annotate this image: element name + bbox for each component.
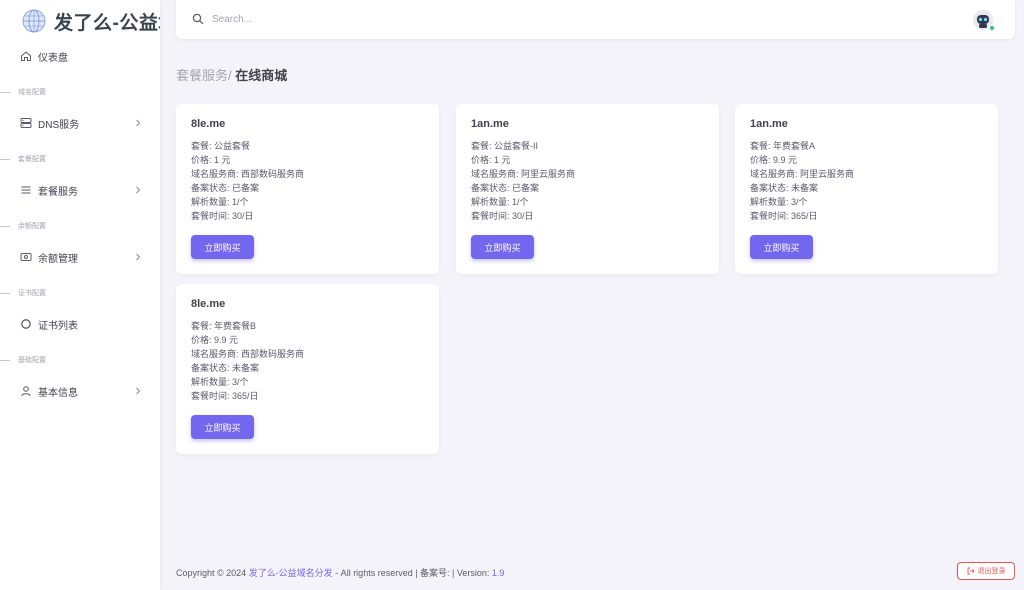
card-icp-status: 备案状态: 已备案 <box>471 183 540 193</box>
search-icon <box>192 13 204 25</box>
section-header: 套餐配置 <box>0 153 160 165</box>
card-provider: 域名服务商: 阿里云服务商 <box>750 169 855 179</box>
sidebar-item-label: 余额管理 <box>38 253 78 265</box>
card-domain: 1an.me <box>471 118 509 130</box>
section-header: 域名配置 <box>0 86 160 98</box>
section-label: 证书配置 <box>18 290 46 297</box>
card-record-count: 解析数量: 3/个 <box>191 377 249 387</box>
card-domain: 1an.me <box>750 118 788 130</box>
breadcrumb-parent[interactable]: 套餐服务/ <box>176 68 232 83</box>
card-icp-status: 备案状态: 未备案 <box>191 363 260 373</box>
card-duration: 套餐时间: 30/日 <box>191 211 254 221</box>
section-divider <box>0 292 10 294</box>
section-header: 余额配置 <box>0 220 160 232</box>
footer-version: 1.9 <box>491 568 505 578</box>
sidebar-item-label: 基本信息 <box>38 387 78 399</box>
sidebar-item-profile[interactable]: 基本信息 <box>0 378 160 404</box>
buy-now-button[interactable]: 立即购买 <box>471 235 534 259</box>
wallet-icon <box>20 251 32 263</box>
buy-now-button[interactable]: 立即购买 <box>191 235 254 259</box>
package-card: 8le.me 套餐: 年费套餐B 价格: 9.9 元 域名服务商: 西部数码服务… <box>176 284 439 454</box>
avatar[interactable] <box>973 10 995 31</box>
sidebar-item-label: 证书列表 <box>38 320 78 332</box>
card-provider: 域名服务商: 西部数码服务商 <box>191 349 305 359</box>
online-status-dot <box>989 25 995 31</box>
section-header: 证书配置 <box>0 287 160 299</box>
card-package: 套餐: 公益套餐-II <box>471 141 538 151</box>
server-icon <box>20 117 32 129</box>
sidebar-item-label: 套餐服务 <box>38 186 78 198</box>
chevron-right-icon <box>136 387 141 395</box>
package-card: 8le.me 套餐: 公益套餐 价格: 1 元 域名服务商: 西部数码服务商 备… <box>176 104 439 274</box>
list-icon <box>20 184 32 196</box>
circle-icon <box>20 318 32 330</box>
card-package: 套餐: 年费套餐A <box>750 141 816 151</box>
card-package: 套餐: 公益套餐 <box>191 141 251 151</box>
topbar <box>176 0 1015 39</box>
brand-title: 发了么-公益域 <box>54 12 160 34</box>
card-price: 价格: 1 元 <box>471 155 511 165</box>
card-duration: 套餐时间: 30/日 <box>471 211 534 221</box>
card-record-count: 解析数量: 1/个 <box>191 197 249 207</box>
chevron-right-icon <box>136 186 141 194</box>
section-divider <box>0 158 10 160</box>
section-divider <box>0 225 10 227</box>
chevron-right-icon <box>136 119 141 127</box>
section-header: 基础配置 <box>0 354 160 366</box>
sidebar: 发了么-公益域 仪表盘 域名配置 DNS服务 套餐配置 套餐服务 余额配置 <box>0 0 160 590</box>
globe-logo-icon <box>22 9 46 33</box>
card-provider: 域名服务商: 西部数码服务商 <box>191 169 305 179</box>
sidebar-item-label: DNS服务 <box>38 119 80 131</box>
package-card: 1an.me 套餐: 公益套餐-II 价格: 1 元 域名服务商: 阿里云服务商… <box>456 104 719 274</box>
section-label: 余额配置 <box>18 223 46 230</box>
card-record-count: 解析数量: 3/个 <box>750 197 808 207</box>
logout-button[interactable]: 退出登录 <box>957 562 1015 580</box>
sidebar-item-dashboard[interactable]: 仪表盘 <box>0 43 160 69</box>
sidebar-item-packages[interactable]: 套餐服务 <box>0 177 160 203</box>
card-price: 价格: 9.9 元 <box>750 155 798 165</box>
sidebar-item-certificates[interactable]: 证书列表 <box>0 311 160 337</box>
section-divider <box>0 359 10 361</box>
section-label: 基础配置 <box>18 357 46 364</box>
card-duration: 套餐时间: 365/日 <box>191 391 259 401</box>
sidebar-item-label: 仪表盘 <box>38 52 68 64</box>
buy-now-button[interactable]: 立即购买 <box>750 235 813 259</box>
card-icp-status: 备案状态: 已备案 <box>191 183 260 193</box>
section-label: 域名配置 <box>18 89 46 96</box>
card-domain: 8le.me <box>191 298 226 310</box>
footer-rights: - All rights reserved | 备案号: | Version: <box>332 568 492 578</box>
card-record-count: 解析数量: 1/个 <box>471 197 529 207</box>
logout-label: 退出登录 <box>977 568 1006 575</box>
card-package: 套餐: 年费套餐B <box>191 321 257 331</box>
logout-icon <box>967 567 975 575</box>
page-title: 在线商城 <box>235 68 288 83</box>
card-duration: 套餐时间: 365/日 <box>750 211 818 221</box>
sidebar-item-dns[interactable]: DNS服务 <box>0 110 160 136</box>
section-label: 套餐配置 <box>18 156 46 163</box>
card-price: 价格: 9.9 元 <box>191 335 239 345</box>
search-input[interactable] <box>212 10 612 28</box>
brand[interactable]: 发了么-公益域 <box>22 8 160 34</box>
footer: Copyright © 2024 发了么-公益域名分发 - All rights… <box>176 566 504 579</box>
card-icp-status: 备案状态: 未备案 <box>750 183 819 193</box>
home-icon <box>20 50 32 62</box>
chevron-right-icon <box>136 253 141 261</box>
sidebar-item-balance[interactable]: 余额管理 <box>0 244 160 270</box>
card-domain: 8le.me <box>191 118 226 130</box>
buy-now-button[interactable]: 立即购买 <box>191 415 254 439</box>
breadcrumb: 套餐服务/ 在线商城 <box>176 65 287 84</box>
section-divider <box>0 91 10 93</box>
card-price: 价格: 1 元 <box>191 155 231 165</box>
footer-site-link[interactable]: 发了么-公益域名分发 <box>249 568 333 578</box>
footer-copyright: Copyright © 2024 <box>176 568 249 578</box>
user-icon <box>20 385 32 397</box>
package-card: 1an.me 套餐: 年费套餐A 价格: 9.9 元 域名服务商: 阿里云服务商… <box>735 104 998 274</box>
card-provider: 域名服务商: 阿里云服务商 <box>471 169 576 179</box>
